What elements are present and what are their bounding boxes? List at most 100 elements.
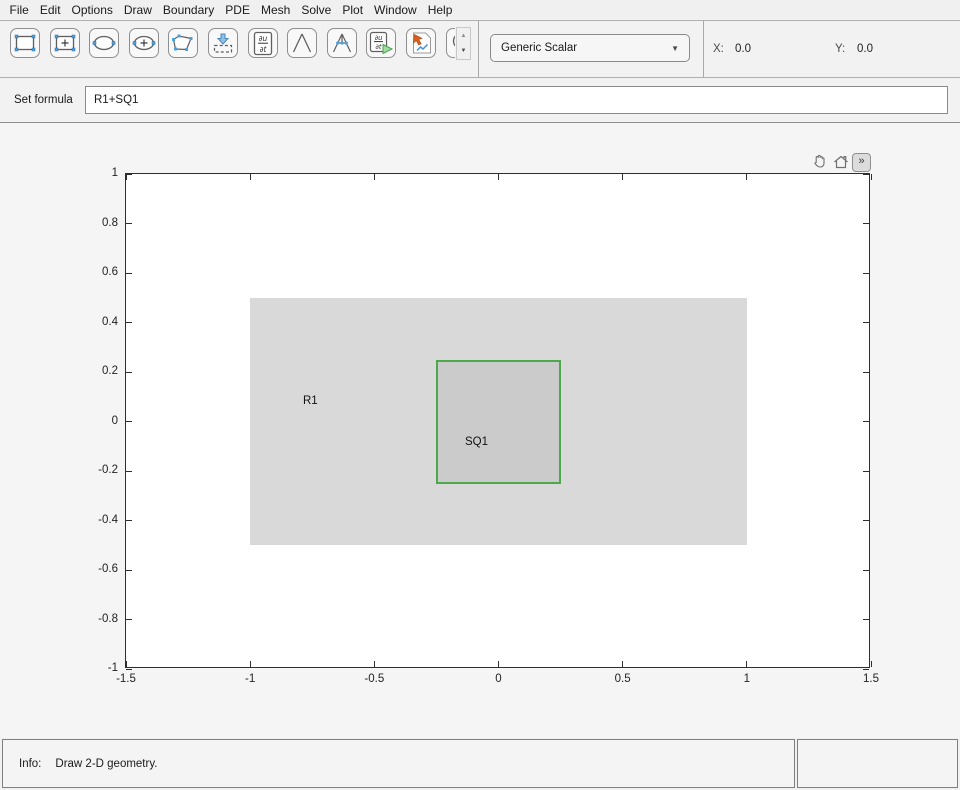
solve-pde-icon: ∂u ∂t xyxy=(368,31,394,55)
y-tick-mark xyxy=(863,619,869,620)
draw-ellipse-centered-button[interactable] xyxy=(129,28,159,58)
axes-plot[interactable]: R1 SQ1 -1.5-1-0.500.511.510.80.60.40.20-… xyxy=(125,173,870,668)
y-tick-mark xyxy=(126,223,132,224)
x-tick-mark xyxy=(498,661,499,667)
y-tick-label: -0.2 xyxy=(98,464,118,476)
y-tick-mark xyxy=(863,421,869,422)
x-tick-label: 1.5 xyxy=(841,673,901,685)
x-coordinate-label: X: xyxy=(713,21,724,77)
chevron-down-icon: ▼ xyxy=(671,44,679,53)
x-tick-mark xyxy=(374,661,375,667)
draw-rectangle-centered-button[interactable] xyxy=(50,28,80,58)
toolbar-spinner: ▲ ▼ xyxy=(456,27,471,60)
shape-label-R1: R1 xyxy=(303,395,318,407)
x-tick-label: -1 xyxy=(220,673,280,685)
menu-boundary[interactable]: Boundary xyxy=(157,0,219,20)
y-tick-label: -1 xyxy=(108,662,118,674)
formula-row: Set formula xyxy=(0,79,960,123)
menu-draw[interactable]: Draw xyxy=(118,0,157,20)
x-tick-label: 0 xyxy=(469,673,529,685)
y-tick-label: -0.8 xyxy=(98,613,118,625)
boundary-mode-icon xyxy=(211,32,235,54)
rectangle-icon xyxy=(13,33,37,53)
menu-solve[interactable]: Solve xyxy=(296,0,337,20)
polygon-icon xyxy=(171,33,195,53)
y-tick-mark xyxy=(126,619,132,620)
draw-polygon-button[interactable] xyxy=(168,28,198,58)
x-tick-mark xyxy=(622,174,623,180)
menu-help[interactable]: Help xyxy=(422,0,458,20)
ellipse-centered-icon xyxy=(132,33,156,53)
y-tick-mark xyxy=(126,520,132,521)
y-tick-mark xyxy=(126,471,132,472)
y-tick-mark xyxy=(126,669,132,670)
toolbar-divider-2 xyxy=(703,21,704,77)
spinner-down-icon[interactable]: ▼ xyxy=(457,44,470,60)
boundary-mode-button[interactable] xyxy=(208,28,238,58)
status-info-message: Draw 2-D geometry. xyxy=(55,758,157,770)
x-tick-mark xyxy=(746,661,747,667)
pde-specification-button[interactable]: ∂u ∂t xyxy=(248,28,278,58)
menu-edit[interactable]: Edit xyxy=(34,0,66,20)
y-tick-label: 0.2 xyxy=(102,365,118,377)
y-tick-mark xyxy=(126,570,132,571)
x-tick-mark xyxy=(126,661,127,667)
status-bar: Info: Draw 2-D geometry. xyxy=(0,738,960,790)
home-icon[interactable] xyxy=(831,153,850,172)
zoom-icon xyxy=(449,31,455,55)
y-tick-label: 0.6 xyxy=(102,266,118,278)
toolbar-divider-1 xyxy=(478,21,479,77)
solve-pde-button[interactable]: ∂u ∂t xyxy=(366,28,396,58)
y-tick-mark xyxy=(863,174,869,175)
zoom-button[interactable] xyxy=(446,28,455,58)
x-tick-mark xyxy=(871,174,872,180)
spinner-up-icon[interactable]: ▲ xyxy=(457,28,470,44)
x-coordinate-value: 0.0 xyxy=(735,21,751,77)
menu-mesh[interactable]: Mesh xyxy=(255,0,295,20)
x-tick-mark xyxy=(498,174,499,180)
y-tick-label: 0 xyxy=(112,415,118,427)
status-info-panel: Info: Draw 2-D geometry. xyxy=(2,739,795,788)
x-tick-mark xyxy=(126,174,127,180)
restore-view-button[interactable]: » xyxy=(852,153,871,172)
menu-file[interactable]: File xyxy=(4,0,34,20)
y-tick-mark xyxy=(863,471,869,472)
refine-mesh-icon xyxy=(330,32,354,54)
refine-mesh-button[interactable] xyxy=(327,28,357,58)
y-tick-mark xyxy=(126,372,132,373)
y-tick-mark xyxy=(126,421,132,422)
menu-bar: File Edit Options Draw Boundary PDE Mesh… xyxy=(0,0,960,21)
y-tick-mark xyxy=(126,273,132,274)
x-tick-mark xyxy=(746,174,747,180)
y-tick-mark xyxy=(126,174,132,175)
menu-plot[interactable]: Plot xyxy=(337,0,369,20)
y-tick-mark xyxy=(863,669,869,670)
y-tick-mark xyxy=(863,570,869,571)
x-tick-mark xyxy=(622,661,623,667)
draw-ellipse-button[interactable] xyxy=(89,28,119,58)
application-mode-select[interactable]: Generic Scalar ▼ xyxy=(490,34,690,62)
plot-solution-button[interactable] xyxy=(406,28,436,58)
x-tick-label: -1.5 xyxy=(96,673,156,685)
initialize-mesh-button[interactable] xyxy=(287,28,317,58)
menu-window[interactable]: Window xyxy=(369,0,423,20)
menu-options[interactable]: Options xyxy=(66,0,118,20)
status-aux-panel xyxy=(797,739,958,788)
draw-rectangle-button[interactable] xyxy=(10,28,40,58)
y-coordinate-value: 0.0 xyxy=(857,21,873,77)
drawing-canvas[interactable]: » R1 SQ1 -1.5-1-0.500.511.510.80.60.40.2… xyxy=(0,123,960,738)
status-info-label: Info: xyxy=(19,758,41,770)
x-tick-label: 1 xyxy=(717,673,777,685)
menu-pde[interactable]: PDE xyxy=(220,0,256,20)
y-tick-label: 0.4 xyxy=(102,316,118,328)
set-formula-input[interactable] xyxy=(85,86,948,114)
double-chevron-icon: » xyxy=(858,155,864,167)
toolbar: ∂u ∂t ∂u ∂t xyxy=(0,21,960,78)
y-tick-label: 0.8 xyxy=(102,217,118,229)
y-tick-mark xyxy=(863,520,869,521)
y-tick-label: 1 xyxy=(112,167,118,179)
pan-icon[interactable] xyxy=(810,153,829,172)
svg-text:∂u: ∂u xyxy=(375,34,383,42)
pde-specification-icon: ∂u ∂t xyxy=(251,31,275,56)
shape-SQ1[interactable] xyxy=(436,360,561,484)
